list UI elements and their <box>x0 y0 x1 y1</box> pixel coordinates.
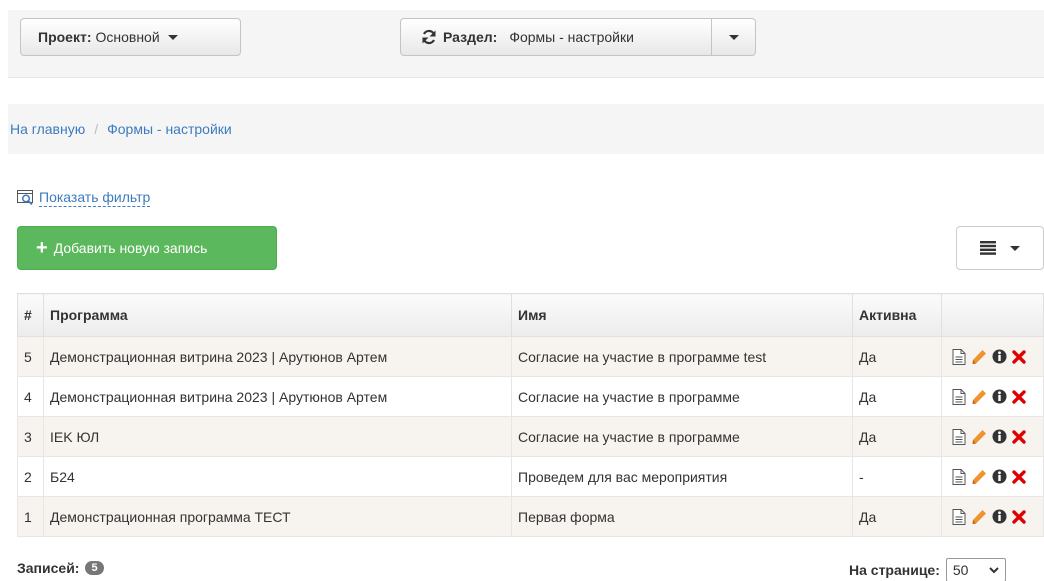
pencil-icon[interactable] <box>971 349 987 365</box>
table-row[interactable]: 1 Демонстрационная программа ТЕСТ Первая ф… <box>17 496 1044 537</box>
top-toolbar: Проект: Основной Раздел: Формы - настрой… <box>8 10 1044 78</box>
section-refresh-button[interactable]: Раздел: Формы - настройки <box>400 18 712 56</box>
cell-number: 2 <box>17 456 44 497</box>
delete-icon[interactable] <box>1012 429 1026 444</box>
cell-number: 5 <box>17 336 44 377</box>
section-value: Формы - настройки <box>509 29 634 45</box>
cell-active: Да <box>852 416 942 457</box>
cell-number: 4 <box>17 376 44 417</box>
caret-down-icon <box>167 34 178 40</box>
project-dropdown-button[interactable]: Проект: Основной <box>20 18 241 56</box>
row-actions <box>948 508 1037 525</box>
per-page-select[interactable]: 50 <box>945 558 1006 581</box>
chevron-down-icon <box>989 566 999 573</box>
cell-name: Проведем для вас мероприятия <box>511 456 853 497</box>
caret-down-icon <box>728 34 739 40</box>
row-actions <box>948 388 1037 405</box>
info-icon[interactable] <box>992 429 1007 444</box>
section-dropdown-toggle[interactable] <box>712 18 756 56</box>
document-icon[interactable] <box>952 348 966 365</box>
cell-actions <box>941 496 1044 537</box>
cell-active: - <box>852 456 942 497</box>
info-icon[interactable] <box>992 469 1007 484</box>
cell-name: Согласие на участие в программе <box>511 376 853 417</box>
table-header-row: # Программа Имя Активна <box>17 293 1044 337</box>
pencil-icon[interactable] <box>971 389 987 405</box>
cell-actions <box>941 336 1044 377</box>
add-new-record-button[interactable]: + Добавить новую запись <box>17 226 277 270</box>
records-table: # Программа Имя Активна 5 Демонстрационна… <box>17 293 1044 537</box>
column-header-program[interactable]: Программа <box>43 293 512 337</box>
cell-actions <box>941 376 1044 417</box>
column-header-actions <box>941 293 1044 337</box>
info-icon[interactable] <box>992 349 1007 364</box>
records-count-label: Записей: <box>17 560 80 576</box>
cell-number: 1 <box>17 496 44 537</box>
delete-icon[interactable] <box>1012 389 1026 404</box>
document-icon[interactable] <box>952 468 966 485</box>
cell-program: IEK ЮЛ <box>43 416 512 457</box>
breadcrumb-separator: / <box>94 121 99 137</box>
per-page-control: На странице: 50 <box>849 558 1006 581</box>
row-actions <box>948 468 1037 485</box>
table-row[interactable]: 5 Демонстрационная витрина 2023 | Арутюно… <box>17 336 1044 377</box>
records-count-badge: 5 <box>85 561 104 575</box>
cell-active: Да <box>852 376 942 417</box>
delete-icon[interactable] <box>1012 509 1026 524</box>
per-page-value: 50 <box>952 562 969 578</box>
pencil-icon[interactable] <box>971 509 987 525</box>
breadcrumb-current-link[interactable]: Формы - настройки <box>107 121 232 137</box>
column-header-name[interactable]: Имя <box>511 293 853 337</box>
table-row[interactable]: 3 IEK ЮЛ Согласие на участие в программе Да <box>17 416 1044 457</box>
show-filter-link[interactable]: Показать фильтр <box>17 188 151 207</box>
records-count: Записей: 5 <box>17 560 104 576</box>
table-row[interactable]: 2 Б24 Проведем для вас мероприятия - <box>17 456 1044 497</box>
cell-name: Согласие на участие в программе test <box>511 336 853 377</box>
project-value: Основной <box>95 29 160 45</box>
breadcrumb: На главную / Формы - настройки <box>8 104 1044 154</box>
info-icon[interactable] <box>992 389 1007 404</box>
cell-active: Да <box>852 496 942 537</box>
cell-name: Согласие на участие в программе <box>511 416 853 457</box>
document-icon[interactable] <box>952 388 966 405</box>
table-row[interactable]: 4 Демонстрационная витрина 2023 | Арутюно… <box>17 376 1044 417</box>
caret-down-icon <box>1010 245 1020 251</box>
list-columns-icon <box>980 241 996 255</box>
pencil-icon[interactable] <box>971 469 987 485</box>
cell-actions <box>941 456 1044 497</box>
cell-program: Демонстрационная витрина 2023 | Арутюнов… <box>43 336 512 377</box>
document-icon[interactable] <box>952 428 966 445</box>
add-new-record-label: Добавить новую запись <box>53 240 208 256</box>
per-page-label: На странице: <box>849 562 940 578</box>
cell-program: Демонстрационная витрина 2023 | Арутюнов… <box>43 376 512 417</box>
section-label: Раздел: <box>443 29 498 45</box>
column-header-number[interactable]: # <box>17 293 44 337</box>
cell-name: Первая форма <box>511 496 853 537</box>
cell-active: Да <box>852 336 942 377</box>
cell-number: 3 <box>17 416 44 457</box>
show-filter-label[interactable]: Показать фильтр <box>39 188 151 207</box>
plus-icon: + <box>36 237 48 259</box>
column-settings-button[interactable] <box>956 226 1044 270</box>
info-icon[interactable] <box>992 509 1007 524</box>
delete-icon[interactable] <box>1012 349 1026 364</box>
refresh-icon <box>422 29 436 45</box>
document-icon[interactable] <box>952 508 966 525</box>
cell-program: Демонстрационная программа ТЕСТ <box>43 496 512 537</box>
row-actions <box>948 428 1037 445</box>
cell-program: Б24 <box>43 456 512 497</box>
filter-search-icon <box>17 189 33 205</box>
cell-actions <box>941 416 1044 457</box>
column-header-active[interactable]: Активна <box>852 293 942 337</box>
row-actions <box>948 348 1037 365</box>
pencil-icon[interactable] <box>971 429 987 445</box>
delete-icon[interactable] <box>1012 469 1026 484</box>
project-label: Проект: <box>38 29 92 45</box>
breadcrumb-home-link[interactable]: На главную <box>10 121 85 137</box>
